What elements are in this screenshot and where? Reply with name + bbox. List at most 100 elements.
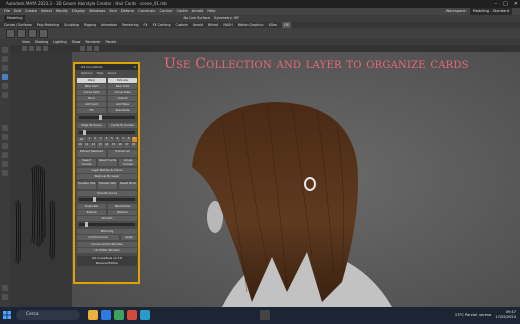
smooth-curve-button[interactable]: Smooth Curve	[77, 191, 137, 196]
layout-icon[interactable]	[2, 294, 8, 300]
fill-button[interactable]: Fill	[77, 108, 106, 113]
warp-button[interactable]: Warp	[77, 78, 106, 83]
layer-button[interactable]: 8	[126, 137, 132, 142]
regroup-by-layer-button[interactable]: Regroup By Layer	[77, 174, 137, 179]
windows-start-icon[interactable]	[3, 311, 11, 319]
layer-button[interactable]: 18	[130, 143, 137, 148]
new-card-button[interactable]: New Card	[77, 84, 106, 89]
curve-control-window-button[interactable]: Curve Control Window	[77, 242, 137, 247]
menu-item-control[interactable]: Control	[159, 8, 172, 15]
uv-editor-window-button[interactable]: UV Editor Window	[77, 248, 137, 253]
layer-button[interactable]: 7	[120, 137, 126, 142]
layout-icon[interactable]	[2, 161, 8, 167]
menu-item-constrain[interactable]: Constrain	[138, 8, 155, 15]
layer-button[interactable]: 11	[83, 143, 90, 148]
menu-item-file[interactable]: File	[4, 8, 10, 15]
extract-all-button[interactable]: Extract All	[108, 150, 137, 157]
rotate-tool-icon[interactable]	[2, 83, 8, 89]
menu-item-select[interactable]: Select	[41, 8, 52, 15]
mirroring-button[interactable]: Mirroring	[77, 229, 137, 234]
unbind-button[interactable]: Unbind	[108, 96, 137, 101]
extend-button[interactable]: Extend	[77, 210, 106, 215]
layer-button[interactable]: 16	[117, 143, 124, 148]
layer-slider[interactable]	[79, 130, 135, 135]
panel-tool-button[interactable]	[36, 46, 41, 51]
reduce-button[interactable]: Reduce	[108, 210, 137, 215]
layer-button[interactable]: 9	[131, 137, 137, 142]
layer-button[interactable]: 6	[115, 137, 120, 142]
add-card-button[interactable]: Add Card	[77, 102, 106, 107]
smooth-button[interactable]: Smooth	[77, 216, 137, 221]
live-surface-field[interactable]: No Live Surface	[183, 15, 210, 22]
group-curves-button[interactable]: Group Curves	[119, 159, 137, 166]
shelf-button[interactable]	[17, 29, 26, 38]
shelf-button[interactable]	[39, 29, 48, 38]
layer-button[interactable]: 14	[103, 143, 110, 148]
menu-item-cache[interactable]: Cache	[176, 8, 187, 15]
extract-selected-button[interactable]: Extract Selected	[77, 150, 106, 157]
layer-all-button[interactable]: All	[77, 137, 86, 142]
close-window-button[interactable]: ✕	[514, 0, 518, 8]
layout-icon[interactable]	[2, 152, 8, 158]
transfer-uvs-button[interactable]: Transfer UVs	[77, 182, 96, 189]
menu-item-deform[interactable]: Deform	[121, 8, 134, 15]
minimize-button[interactable]: –	[495, 0, 498, 8]
extrude-button[interactable]: Extrude	[108, 78, 137, 83]
app-icon[interactable]	[127, 310, 137, 320]
panel-tool-button[interactable]	[80, 46, 85, 51]
panel-tool-button[interactable]	[43, 46, 48, 51]
paint-select-tool-icon[interactable]	[2, 65, 8, 71]
workspace-dropdown[interactable]: Modeling - Standard	[469, 8, 512, 15]
layer-button[interactable]: 10	[77, 143, 83, 148]
menu-item-display[interactable]: Display	[72, 8, 85, 15]
panel-tool-button[interactable]	[94, 46, 99, 51]
maya-app-icon[interactable]	[140, 310, 150, 320]
panel-tool-button[interactable]	[87, 46, 92, 51]
select-tool-icon[interactable]	[2, 47, 8, 53]
symmetry-dropdown[interactable]: Symmetry: Off	[214, 15, 239, 22]
menu-item-skin[interactable]: Skin	[109, 8, 117, 15]
panel-tool-button[interactable]	[29, 46, 34, 51]
edge-to-curve-button[interactable]: Edge To Curve	[77, 123, 106, 128]
layer-button[interactable]: 3	[98, 137, 104, 142]
layer-button[interactable]: 1	[87, 137, 92, 142]
layout-icon[interactable]	[2, 170, 8, 176]
move-tool-icon[interactable]	[2, 74, 8, 80]
lasso-tool-icon[interactable]	[2, 56, 8, 62]
card-width-slider[interactable]	[79, 115, 135, 120]
select-cards-button[interactable]: Select Cards	[98, 159, 117, 166]
layer-button[interactable]: 13	[97, 143, 104, 148]
layout-icon[interactable]	[2, 285, 8, 291]
reset-pivot-button[interactable]: Reset Pivot	[119, 182, 137, 189]
layout-icon[interactable]	[2, 143, 8, 149]
layer-button[interactable]: 12	[90, 143, 97, 148]
new-tube-button[interactable]: New Tube	[108, 84, 137, 89]
layout-icon[interactable]	[2, 125, 8, 131]
taskbar-search-box[interactable]: Cerca	[16, 310, 80, 320]
smooth-slider[interactable]	[79, 197, 135, 202]
shelf-button[interactable]	[28, 29, 37, 38]
add-tube-button[interactable]: Add Tube	[108, 102, 137, 107]
cards-to-curves-button[interactable]: Cards To Curves	[108, 123, 137, 128]
menu-item-modify[interactable]: Modify	[56, 8, 68, 15]
panel-close-button[interactable]: ✕	[133, 64, 136, 70]
panel-tool-button[interactable]	[22, 46, 27, 51]
app-icon[interactable]	[114, 310, 124, 320]
app-icon[interactable]	[260, 310, 270, 320]
control-curve-button[interactable]: Control Curve	[77, 235, 119, 240]
layer-button[interactable]: 4	[103, 137, 109, 142]
menu-item-edit[interactable]: Edit	[14, 8, 21, 15]
layer-button[interactable]: 15	[110, 143, 117, 148]
menu-item-windows[interactable]: Windows	[89, 8, 105, 15]
subdivide-button[interactable]: Subdivide	[108, 108, 137, 113]
scale-tool-icon[interactable]	[2, 92, 8, 98]
mode-dropdown[interactable]: Modeling	[4, 15, 26, 22]
file-explorer-icon[interactable]	[88, 310, 98, 320]
smooth-amount-slider[interactable]	[79, 222, 135, 227]
curve-card-button[interactable]: Curve Card	[77, 90, 106, 95]
shelf-button[interactable]	[6, 29, 15, 38]
weather-widget[interactable]: 23°C Parzial. sereno	[455, 313, 491, 317]
clock[interactable]: 09:47 17/05/2024	[495, 310, 516, 319]
edge-browser-icon[interactable]	[101, 310, 111, 320]
menu-item-help[interactable]: Help	[207, 8, 215, 15]
